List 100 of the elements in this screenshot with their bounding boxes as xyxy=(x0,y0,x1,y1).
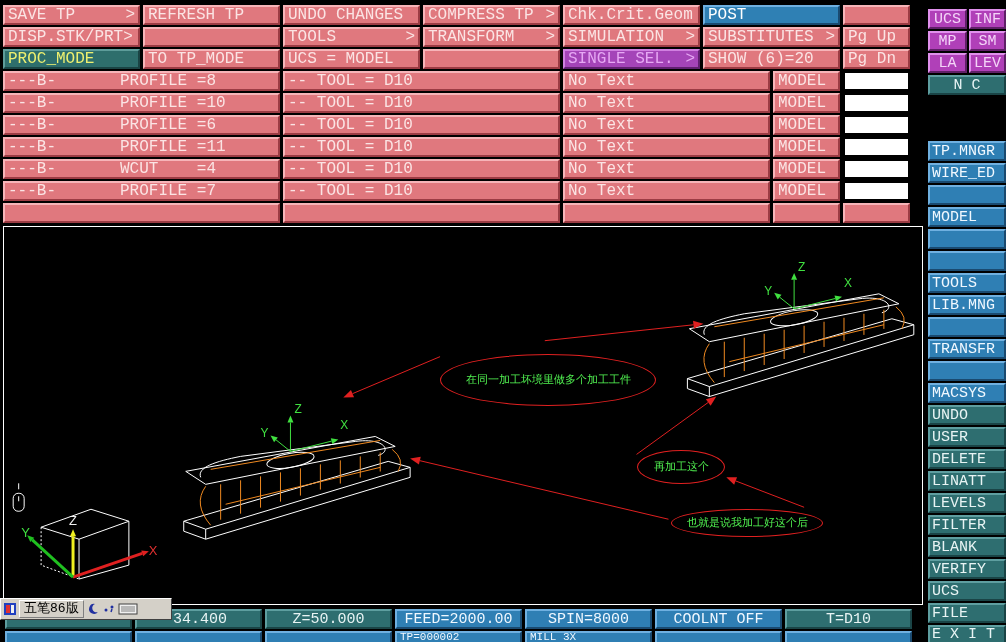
side-button[interactable]: USER xyxy=(928,427,1006,447)
axis-label: Z xyxy=(294,402,302,417)
side-button[interactable]: TOOLS xyxy=(928,273,1006,293)
table-cell: No Text xyxy=(563,93,770,113)
table-cell: -- TOOL = D10 xyxy=(283,115,560,135)
side-button[interactable]: SM xyxy=(969,31,1006,51)
menu-button[interactable]: Pg Up xyxy=(843,27,910,47)
side-button[interactable]: INF xyxy=(969,9,1006,29)
color-swatch xyxy=(843,159,910,179)
side-button[interactable]: MACSYS xyxy=(928,383,1006,403)
table-cell: -- TOOL = D10 xyxy=(283,137,560,157)
side-button[interactable]: UCS xyxy=(928,581,1006,601)
color-swatch xyxy=(843,115,910,135)
operation-label: PROFILE =6 xyxy=(120,117,216,133)
flag-label: ---B- xyxy=(8,161,57,177)
mouse-icon xyxy=(12,482,25,512)
side-button[interactable]: UNDO xyxy=(928,405,1006,425)
table-cell: No Text xyxy=(563,137,770,157)
axis-label: Y xyxy=(21,525,30,541)
status-field: TP=000002 xyxy=(395,631,522,642)
status-field: SPIN=8000 xyxy=(525,609,652,629)
axis-label: Y xyxy=(764,283,773,298)
table-cell: MODEL xyxy=(773,159,840,179)
side-button[interactable]: VERIFY xyxy=(928,559,1006,579)
side-button[interactable]: WIRE_ED xyxy=(928,163,1006,183)
side-button[interactable]: LIB.MNG xyxy=(928,295,1006,315)
side-button[interactable]: TP.MNGR xyxy=(928,141,1006,161)
empty-row-cell[interactable] xyxy=(3,203,280,223)
side-button[interactable]: LEVELS xyxy=(928,493,1006,513)
table-cell: No Text xyxy=(563,159,770,179)
side-button[interactable] xyxy=(928,229,1006,249)
menu-button[interactable]: SINGLE SEL. > xyxy=(563,49,700,69)
side-button[interactable]: E X I T xyxy=(928,625,1006,642)
table-cell: MODEL xyxy=(773,93,840,113)
table-cell: No Text xyxy=(563,181,770,201)
side-button[interactable] xyxy=(928,317,1006,337)
side-button[interactable]: DELETE xyxy=(928,449,1006,469)
axis-label: X xyxy=(148,543,158,559)
operation-label: WCUT =4 xyxy=(120,161,216,177)
menu-button[interactable]: REFRESH TP xyxy=(143,5,280,25)
side-button[interactable]: FILTER xyxy=(928,515,1006,535)
table-cell: MODEL xyxy=(773,71,840,91)
menu-button[interactable] xyxy=(843,5,910,25)
table-cell[interactable]: ---B- PROFILE =6 xyxy=(3,115,280,135)
menu-button[interactable]: TRANSFORM > xyxy=(423,27,560,47)
menu-button[interactable]: TO TP_MODE xyxy=(143,49,280,69)
logo-icon[interactable] xyxy=(3,602,17,616)
menu-button[interactable]: COMPRESS TP > xyxy=(423,5,560,25)
table-cell: MODEL xyxy=(773,137,840,157)
flag-label: ---B- xyxy=(8,73,57,89)
side-button[interactable]: MODEL xyxy=(928,207,1006,227)
color-swatch xyxy=(843,137,910,157)
axis-label: X xyxy=(844,275,852,290)
table-cell[interactable]: ---B- PROFILE =8 xyxy=(3,71,280,91)
menu-button[interactable]: Chk.Crit.Geom xyxy=(563,5,700,25)
menu-button[interactable]: SHOW (6)=20 xyxy=(703,49,840,69)
menu-button[interactable]: SIMULATION > xyxy=(563,27,700,47)
menu-button[interactable]: SUBSTITUTES > xyxy=(703,27,840,47)
side-button[interactable]: MP xyxy=(928,31,967,51)
side-button[interactable]: LINATT xyxy=(928,471,1006,491)
color-swatch xyxy=(843,181,910,201)
side-button[interactable] xyxy=(928,185,1006,205)
status-field: FEED=2000.00 xyxy=(395,609,522,629)
menu-button[interactable]: POST xyxy=(703,5,840,25)
mode-button[interactable]: N C xyxy=(928,75,1006,95)
keyboard-icon[interactable] xyxy=(117,602,138,616)
menu-button[interactable]: TOOLS > xyxy=(283,27,420,47)
menu-button[interactable]: DISP.STK/PRT> xyxy=(3,27,140,47)
menu-button[interactable]: Pg Dn xyxy=(843,49,910,69)
operation-label: PROFILE =11 xyxy=(120,139,226,155)
menu-button[interactable] xyxy=(143,27,280,47)
table-cell[interactable]: ---B- PROFILE =11 xyxy=(3,137,280,157)
menu-button[interactable]: UNDO CHANGES xyxy=(283,5,420,25)
table-cell: -- TOOL = D10 xyxy=(283,159,560,179)
side-button[interactable]: LA xyxy=(928,53,967,73)
side-button[interactable]: TRANSFR xyxy=(928,339,1006,359)
side-button[interactable]: UCS xyxy=(928,9,967,29)
table-cell[interactable]: ---B- PROFILE =10 xyxy=(3,93,280,113)
table-cell[interactable]: ---B- PROFILE =7 xyxy=(3,181,280,201)
workpiece-wireframe-drawing[interactable] xyxy=(183,435,411,540)
side-button[interactable] xyxy=(928,251,1006,271)
menu-button[interactable]: PROC_MODE xyxy=(3,49,140,69)
flag-label: ---B- xyxy=(8,183,57,199)
input-mode-button[interactable]: 五笔86版 xyxy=(19,600,84,618)
workpiece-wireframe-drawing[interactable] xyxy=(686,293,915,398)
side-button[interactable]: BLANK xyxy=(928,537,1006,557)
table-cell[interactable]: ---B- WCUT =4 xyxy=(3,159,280,179)
flag-label: ---B- xyxy=(8,95,57,111)
side-button[interactable] xyxy=(928,361,1006,381)
status-field: T=D10 xyxy=(785,609,912,629)
menu-button[interactable]: SAVE TP > xyxy=(3,5,140,25)
flag-label: ---B- xyxy=(8,117,57,133)
menu-button[interactable]: UCS = MODEL xyxy=(283,49,420,69)
color-swatch xyxy=(843,71,910,91)
table-cell: -- TOOL = D10 xyxy=(283,71,560,91)
side-button[interactable]: FILE xyxy=(928,603,1006,623)
side-button[interactable]: LEV xyxy=(969,53,1006,73)
operation-label: PROFILE =10 xyxy=(120,95,226,111)
menu-button[interactable] xyxy=(423,49,560,69)
table-cell xyxy=(843,203,910,223)
